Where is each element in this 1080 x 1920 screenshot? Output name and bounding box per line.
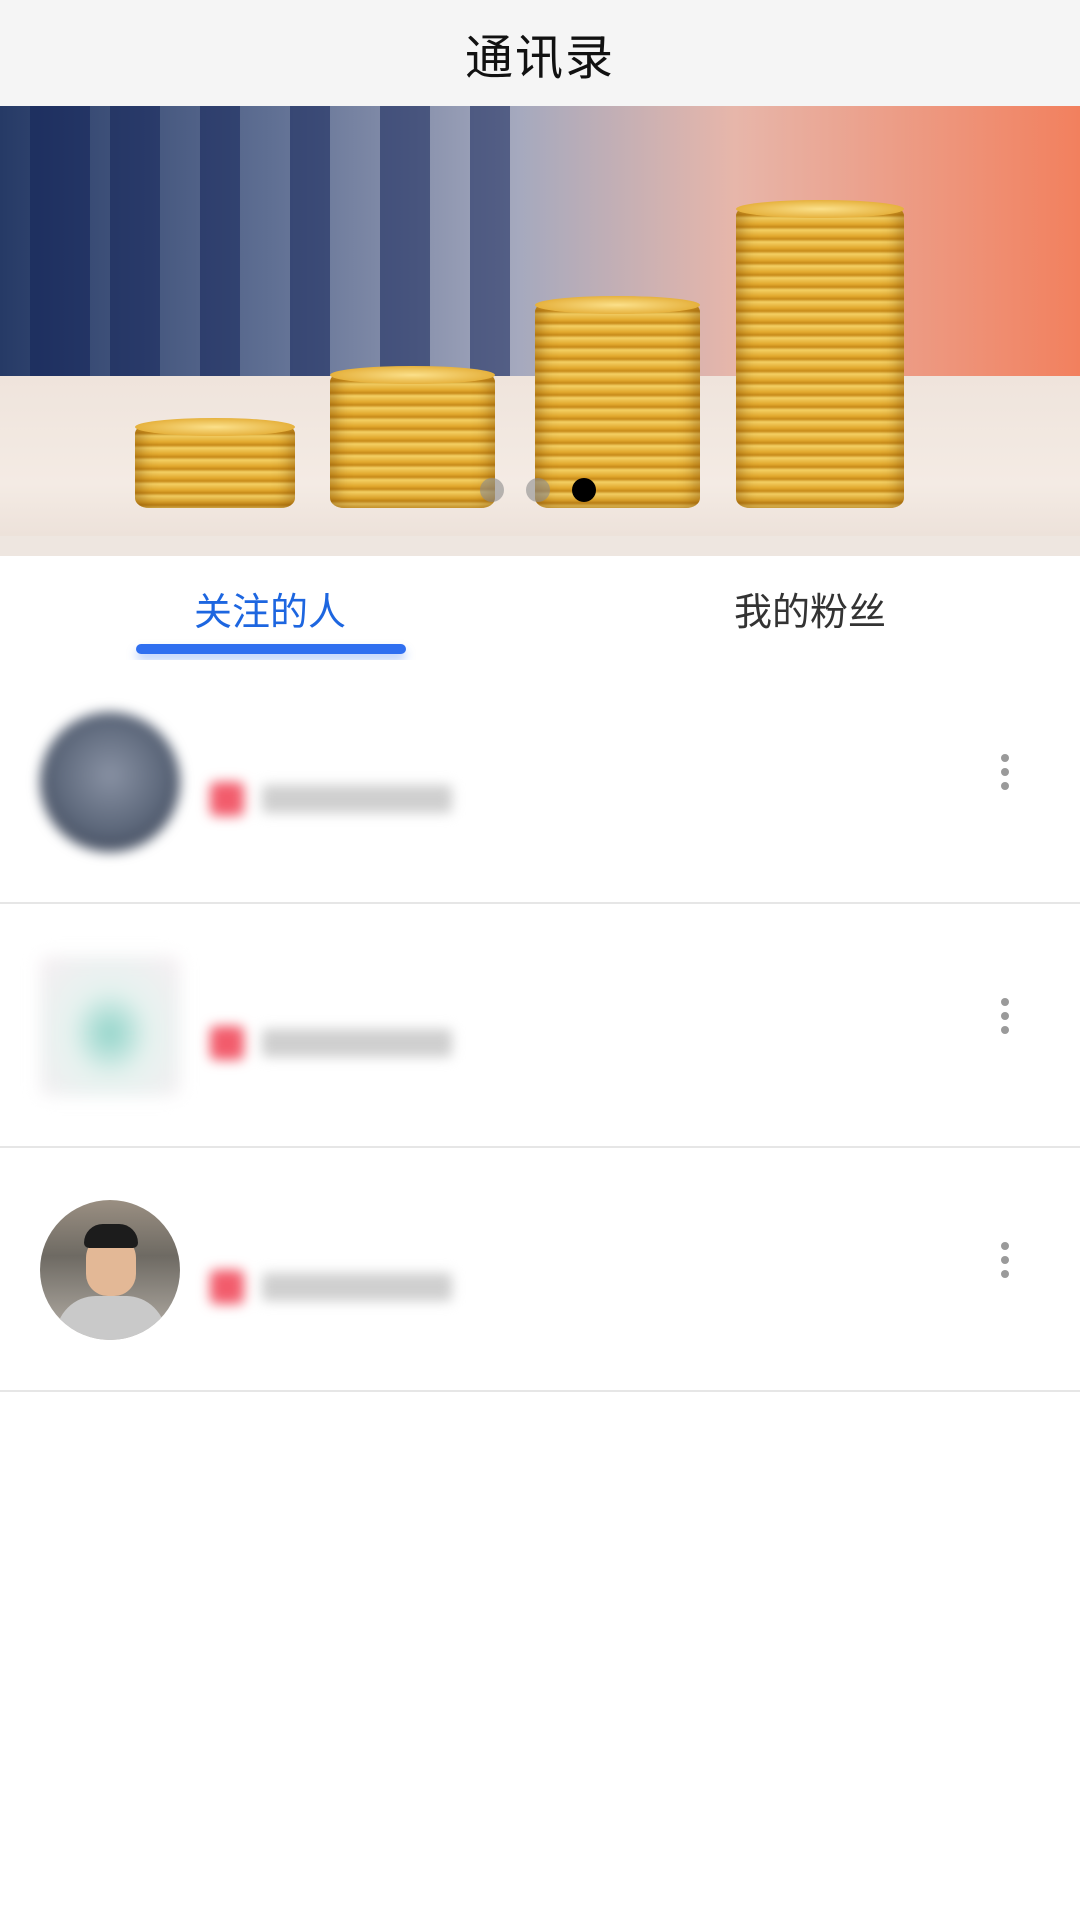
- avatar-shirt: [56, 1296, 166, 1340]
- contact-detail-blurred: [262, 785, 452, 813]
- contact-subline: [210, 1270, 460, 1304]
- carousel-dot[interactable]: [526, 478, 550, 502]
- badge-icon: [210, 782, 244, 816]
- active-tab-underline: [136, 644, 406, 654]
- contact-row[interactable]: [0, 660, 1080, 904]
- contact-info: [210, 716, 460, 816]
- tab-following[interactable]: 关注的人: [0, 556, 540, 660]
- badge-icon: [210, 1026, 244, 1060]
- tab-label: 我的粉丝: [733, 589, 886, 634]
- more-vertical-icon[interactable]: [990, 1230, 1020, 1290]
- coin-stack-medium: [330, 366, 495, 508]
- tab-label: 关注的人: [193, 589, 346, 634]
- contact-detail-blurred: [262, 1273, 452, 1301]
- contact-detail-blurred: [262, 1029, 452, 1057]
- contact-name-blurred: [210, 960, 440, 1000]
- tab-fans[interactable]: 我的粉丝: [540, 556, 1080, 660]
- contact-info: [210, 960, 460, 1060]
- carousel-dot-active[interactable]: [572, 478, 596, 502]
- carousel-indicator: [480, 478, 596, 502]
- tab-bar: 关注的人 我的粉丝: [0, 556, 1080, 660]
- coin-stack-small: [135, 418, 295, 508]
- banner-bg-column: [380, 106, 430, 376]
- banner-bg-column: [290, 106, 330, 376]
- more-vertical-icon[interactable]: [990, 986, 1020, 1046]
- avatar-hair: [84, 1224, 138, 1248]
- contact-list: [0, 660, 1080, 1392]
- contact-name-blurred: [210, 1204, 300, 1244]
- avatar[interactable]: [40, 956, 180, 1096]
- badge-icon: [210, 1270, 244, 1304]
- avatar[interactable]: [40, 1200, 180, 1340]
- avatar[interactable]: [40, 712, 180, 852]
- carousel-dot[interactable]: [480, 478, 504, 502]
- contact-info: [210, 1204, 460, 1304]
- banner-bg-column: [110, 106, 160, 376]
- coin-stack-tallest: [736, 200, 904, 508]
- banner-bg-column: [470, 106, 510, 376]
- banner-bg-column: [30, 106, 90, 376]
- contact-subline: [210, 1026, 460, 1060]
- banner-bg-column: [200, 106, 240, 376]
- banner-bottom-strip: [0, 536, 1080, 556]
- top-bar: 通讯录: [0, 0, 1080, 106]
- contact-subline: [210, 782, 460, 816]
- contact-name-blurred: [210, 716, 300, 756]
- contact-row[interactable]: [0, 904, 1080, 1148]
- page-title: 通讯录: [464, 30, 615, 86]
- contact-row[interactable]: [0, 1148, 1080, 1392]
- more-vertical-icon[interactable]: [990, 742, 1020, 802]
